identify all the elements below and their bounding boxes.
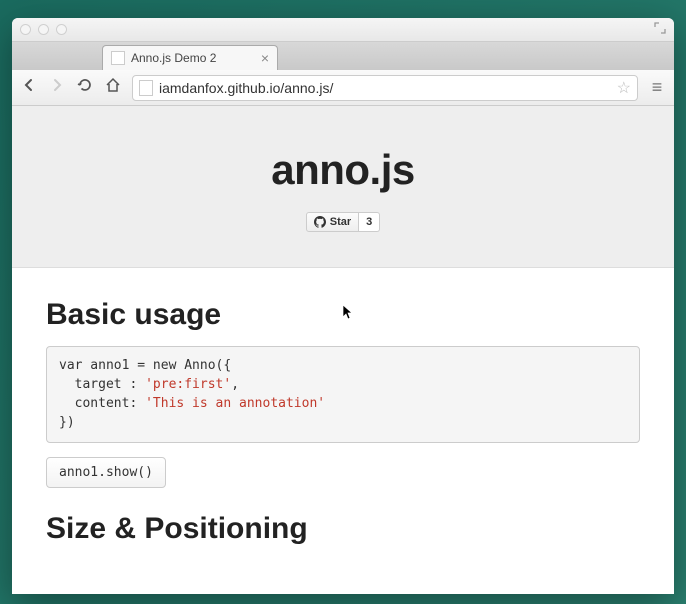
page-favicon-icon [111, 51, 125, 65]
fullscreen-icon[interactable] [654, 22, 666, 37]
code-line: content: [59, 396, 145, 411]
minimize-window-button[interactable] [38, 24, 49, 35]
page-body: Basic usage var anno1 = new Anno({ targe… [12, 268, 674, 590]
github-star-widget[interactable]: Star 3 [306, 212, 381, 232]
code-line: }) [59, 415, 75, 430]
code-string: 'This is an annotation' [145, 396, 325, 411]
size-positioning-heading: Size & Positioning [46, 512, 640, 546]
window-titlebar [12, 18, 674, 42]
basic-usage-heading: Basic usage [46, 298, 640, 332]
github-icon [314, 216, 326, 228]
home-button[interactable] [104, 77, 122, 98]
reload-button[interactable] [76, 77, 94, 98]
address-bar[interactable]: ☆ [132, 75, 638, 101]
tab-title: Anno.js Demo 2 [131, 51, 216, 65]
maximize-window-button[interactable] [56, 24, 67, 35]
url-input[interactable] [159, 80, 611, 96]
github-star-button[interactable]: Star [306, 212, 359, 232]
close-tab-icon[interactable]: × [261, 51, 269, 65]
star-count[interactable]: 3 [359, 212, 380, 232]
browser-tab[interactable]: Anno.js Demo 2 × [102, 45, 278, 70]
browser-window: Anno.js Demo 2 × ☆ ≡ anno.js [12, 18, 674, 594]
code-block-basic-usage: var anno1 = new Anno({ target : 'pre:fir… [46, 346, 640, 443]
hero-section: anno.js Star 3 [12, 106, 674, 268]
page-icon [139, 80, 153, 96]
tab-strip: Anno.js Demo 2 × [12, 42, 674, 70]
star-label: Star [330, 216, 351, 228]
browser-toolbar: ☆ ≡ [12, 70, 674, 106]
forward-button[interactable] [48, 77, 66, 98]
code-line: var anno1 = new Anno({ [59, 358, 231, 373]
page-content: anno.js Star 3 Basic usage var anno1 = n… [12, 106, 674, 594]
code-line: , [231, 377, 239, 392]
code-string: 'pre:first' [145, 377, 231, 392]
menu-button[interactable]: ≡ [648, 77, 666, 98]
close-window-button[interactable] [20, 24, 31, 35]
page-title: anno.js [12, 146, 674, 194]
bookmark-star-icon[interactable]: ☆ [617, 78, 631, 98]
back-button[interactable] [20, 77, 38, 98]
code-line: target : [59, 377, 145, 392]
traffic-lights [20, 24, 67, 35]
show-annotation-button[interactable]: anno1.show() [46, 457, 166, 488]
